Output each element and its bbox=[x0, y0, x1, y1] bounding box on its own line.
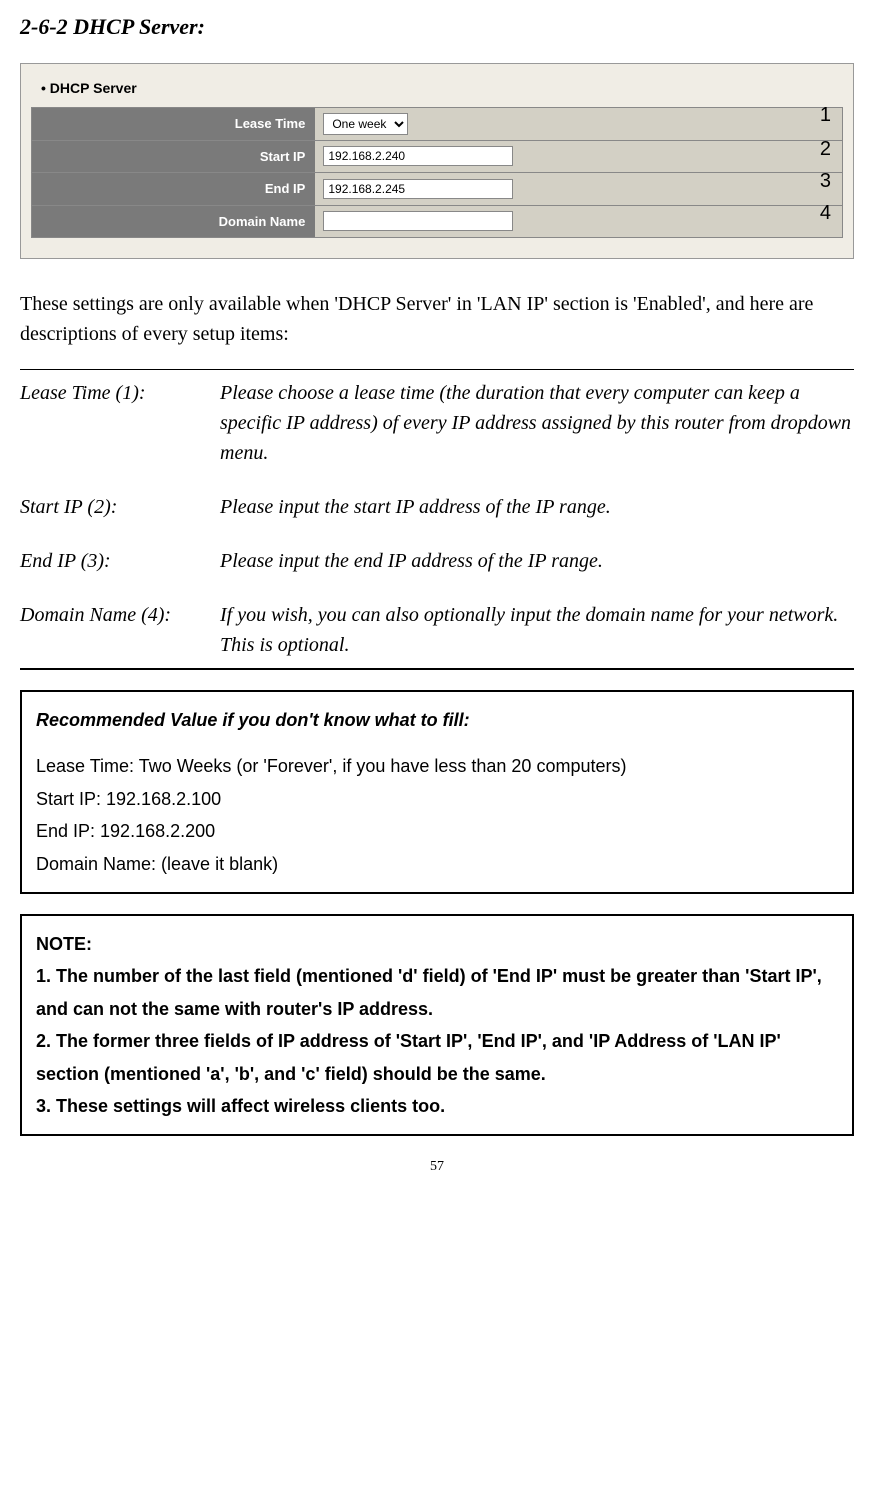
callout-4: 4 bbox=[820, 198, 831, 228]
section-title: 2-6-2 DHCP Server: bbox=[20, 10, 854, 43]
rec-line: Start IP: 192.168.2.100 bbox=[36, 783, 838, 815]
note-line: 3. These settings will affect wireless c… bbox=[36, 1090, 838, 1122]
def-desc: If you wish, you can also optionally inp… bbox=[220, 600, 854, 660]
field-start-ip bbox=[315, 140, 842, 173]
row-lease-time: Lease Time One week bbox=[32, 108, 843, 141]
rec-box-title: Recommended Value if you don't know what… bbox=[36, 704, 838, 736]
def-desc: Please input the start IP address of the… bbox=[220, 492, 854, 522]
panel-title: DHCP Server bbox=[31, 74, 843, 107]
def-term: End IP (3): bbox=[20, 546, 220, 576]
def-end-ip: End IP (3): Please input the end IP addr… bbox=[20, 546, 854, 576]
definition-list: Lease Time (1): Please choose a lease ti… bbox=[20, 378, 854, 660]
field-domain-name bbox=[315, 205, 842, 238]
label-domain-name: Domain Name bbox=[32, 205, 316, 238]
row-end-ip: End IP bbox=[32, 173, 843, 206]
rec-line: Lease Time: Two Weeks (or 'Forever', if … bbox=[36, 750, 838, 782]
note-line: 1. The number of the last field (mention… bbox=[36, 960, 838, 1025]
label-start-ip: Start IP bbox=[32, 140, 316, 173]
end-ip-input[interactable] bbox=[323, 179, 513, 199]
row-start-ip: Start IP bbox=[32, 140, 843, 173]
divider bbox=[20, 369, 854, 370]
label-end-ip: End IP bbox=[32, 173, 316, 206]
def-start-ip: Start IP (2): Please input the start IP … bbox=[20, 492, 854, 522]
def-term: Start IP (2): bbox=[20, 492, 220, 522]
note-line: 2. The former three fields of IP address… bbox=[36, 1025, 838, 1090]
callout-3: 3 bbox=[820, 166, 831, 196]
def-desc: Please choose a lease time (the duration… bbox=[220, 378, 854, 468]
intro-paragraph: These settings are only available when '… bbox=[20, 289, 854, 349]
config-screenshot: DHCP Server Lease Time One week Start IP… bbox=[20, 63, 854, 259]
callout-1: 1 bbox=[820, 100, 831, 130]
def-term: Domain Name (4): bbox=[20, 600, 220, 660]
note-box: NOTE: 1. The number of the last field (m… bbox=[20, 914, 854, 1136]
domain-name-input[interactable] bbox=[323, 211, 513, 231]
field-lease-time: One week bbox=[315, 108, 842, 141]
recommended-box: Recommended Value if you don't know what… bbox=[20, 690, 854, 894]
config-table: Lease Time One week Start IP End IP Doma… bbox=[31, 107, 843, 238]
lease-time-select[interactable]: One week bbox=[323, 113, 408, 135]
def-lease-time: Lease Time (1): Please choose a lease ti… bbox=[20, 378, 854, 468]
start-ip-input[interactable] bbox=[323, 146, 513, 166]
divider-heavy bbox=[20, 668, 854, 670]
rec-line: End IP: 192.168.2.200 bbox=[36, 815, 838, 847]
page-number: 57 bbox=[20, 1156, 854, 1177]
def-domain-name: Domain Name (4): If you wish, you can al… bbox=[20, 600, 854, 660]
def-desc: Please input the end IP address of the I… bbox=[220, 546, 854, 576]
note-box-title: NOTE: bbox=[36, 928, 838, 960]
rec-line: Domain Name: (leave it blank) bbox=[36, 848, 838, 880]
field-end-ip bbox=[315, 173, 842, 206]
def-term: Lease Time (1): bbox=[20, 378, 220, 468]
row-domain-name: Domain Name bbox=[32, 205, 843, 238]
callout-2: 2 bbox=[820, 134, 831, 164]
label-lease-time: Lease Time bbox=[32, 108, 316, 141]
